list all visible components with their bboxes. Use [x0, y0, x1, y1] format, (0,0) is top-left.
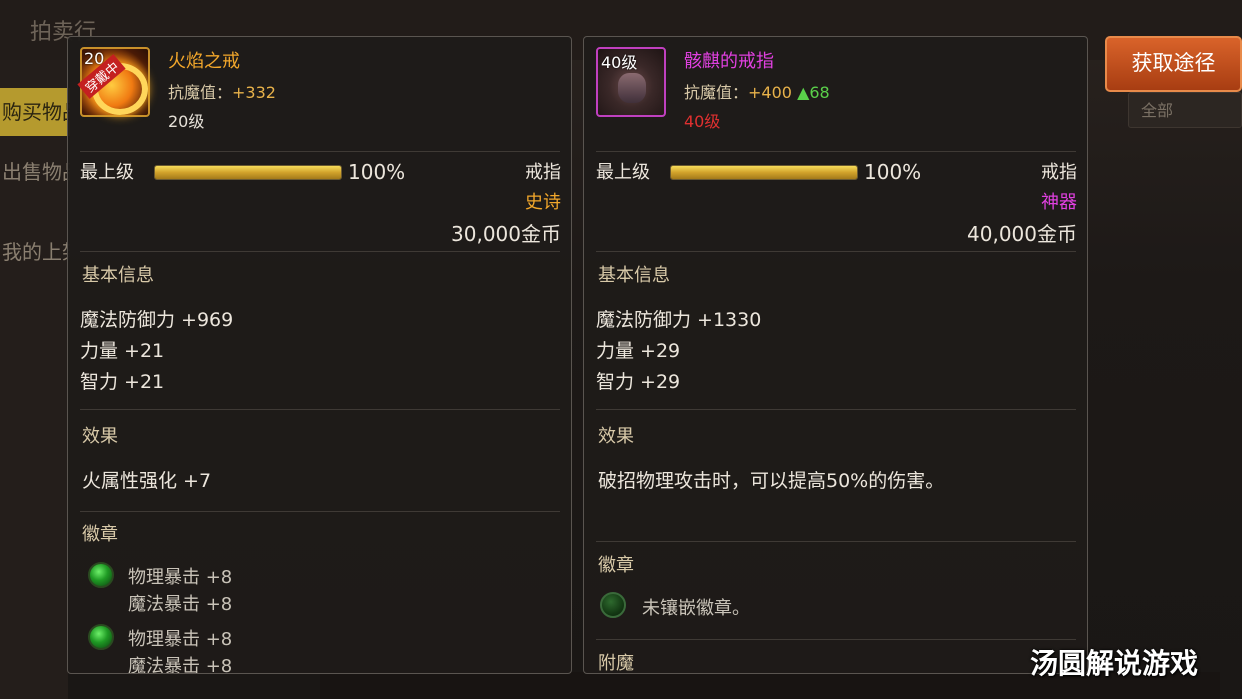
emblem-1-line2: 魔法暴击 +8 [128, 594, 233, 615]
divider [596, 151, 1076, 152]
grade-percent: 100% [348, 160, 406, 184]
divider [596, 251, 1076, 252]
grade-bar [670, 165, 858, 180]
magic-resist-label: 抗魔值： [684, 83, 749, 102]
attr-strength: 力量 +29 [596, 340, 681, 362]
enchant-title: 附魔 [598, 653, 634, 674]
rarity-label: 神器 [1041, 192, 1077, 213]
divider [596, 409, 1076, 410]
ring-icon: 40级 [596, 47, 666, 117]
emblem-gem-icon [88, 624, 114, 650]
grade-label: 最上级 [596, 162, 650, 183]
grade-bar-fill [155, 166, 341, 179]
item-level: 20级 [168, 112, 205, 131]
emblem-1-line1: 物理暴击 +8 [128, 567, 233, 588]
ring-icon: 20 穿戴中 [77, 47, 150, 117]
emblem-empty-text: 未镶嵌徽章。 [642, 598, 750, 619]
tab-sell[interactable]: 出售物品 [0, 148, 70, 196]
slot-type: 戒指 [1041, 162, 1077, 183]
divider [596, 639, 1076, 640]
grade-bar [154, 165, 342, 180]
item-name: 火焰之戒 [168, 51, 240, 72]
magic-resist-delta: ▲68 [797, 83, 830, 102]
item-tooltip-compare: 40级 骸麒的戒指 抗魔值：+400 ▲68 40级 最上级 100% 戒指 神… [583, 36, 1088, 674]
item-name: 骸麒的戒指 [684, 51, 774, 72]
magic-resist-line: 抗魔值：+400 ▲68 [684, 79, 830, 103]
item-level: 40级 [684, 112, 721, 131]
slot-type: 戒指 [525, 162, 561, 183]
item-tooltip-equipped: 20 穿戴中 火焰之戒 抗魔值：+332 20级 最上级 100% 戒指 史诗 … [67, 36, 572, 674]
divider [80, 409, 560, 410]
emblem-2-line2: 魔法暴击 +8 [128, 656, 233, 674]
grade-label: 最上级 [80, 162, 134, 183]
basic-info-title: 基本信息 [598, 265, 670, 286]
basic-info-title: 基本信息 [82, 265, 154, 286]
attr-intelligence: 智力 +21 [80, 371, 165, 393]
tab-buy[interactable]: 购买物品 [0, 88, 70, 136]
divider [596, 541, 1076, 542]
emblem-title: 徽章 [82, 524, 118, 545]
category-sidebar: 购买物品 出售物品 我的上架 [0, 60, 70, 699]
price-label: 30,000金币 [451, 222, 561, 246]
attr-magic-defense: 魔法防御力 +1330 [596, 309, 762, 331]
tab-my-listings[interactable]: 我的上架 [0, 228, 70, 276]
emblem-gem-icon [88, 562, 114, 588]
skull-ring-graphic [618, 73, 646, 103]
grade-bar-fill [671, 166, 857, 179]
empty-emblem-slot-icon [600, 592, 626, 618]
effect-text: 破招物理攻击时，可以提高50%的伤害。 [598, 470, 945, 492]
watermark: 汤圆解说游戏 [1030, 647, 1199, 680]
effect-title: 效果 [598, 426, 634, 447]
filter-select[interactable]: 全部 [1128, 92, 1242, 128]
rarity-label: 史诗 [525, 192, 561, 213]
magic-resist-label: 抗魔值： [168, 83, 233, 102]
grade-percent: 100% [864, 160, 922, 184]
magic-resist-value: +332 [232, 83, 276, 102]
attr-intelligence: 智力 +29 [596, 371, 681, 393]
effect-text: 火属性强化 +7 [82, 470, 212, 492]
attr-strength: 力量 +21 [80, 340, 165, 362]
divider [80, 251, 560, 252]
item-level-badge: 40级 [601, 53, 638, 72]
price-label: 40,000金币 [967, 222, 1077, 246]
emblem-title: 徽章 [598, 555, 634, 576]
effect-title: 效果 [82, 426, 118, 447]
attr-magic-defense: 魔法防御力 +969 [80, 309, 234, 331]
magic-resist-line: 抗魔值：+332 [168, 79, 276, 103]
magic-resist-value: +400 [748, 83, 792, 102]
acquire-source-button[interactable]: 获取途径 [1105, 36, 1242, 92]
divider [80, 511, 560, 512]
divider [80, 151, 560, 152]
emblem-2-line1: 物理暴击 +8 [128, 629, 233, 650]
